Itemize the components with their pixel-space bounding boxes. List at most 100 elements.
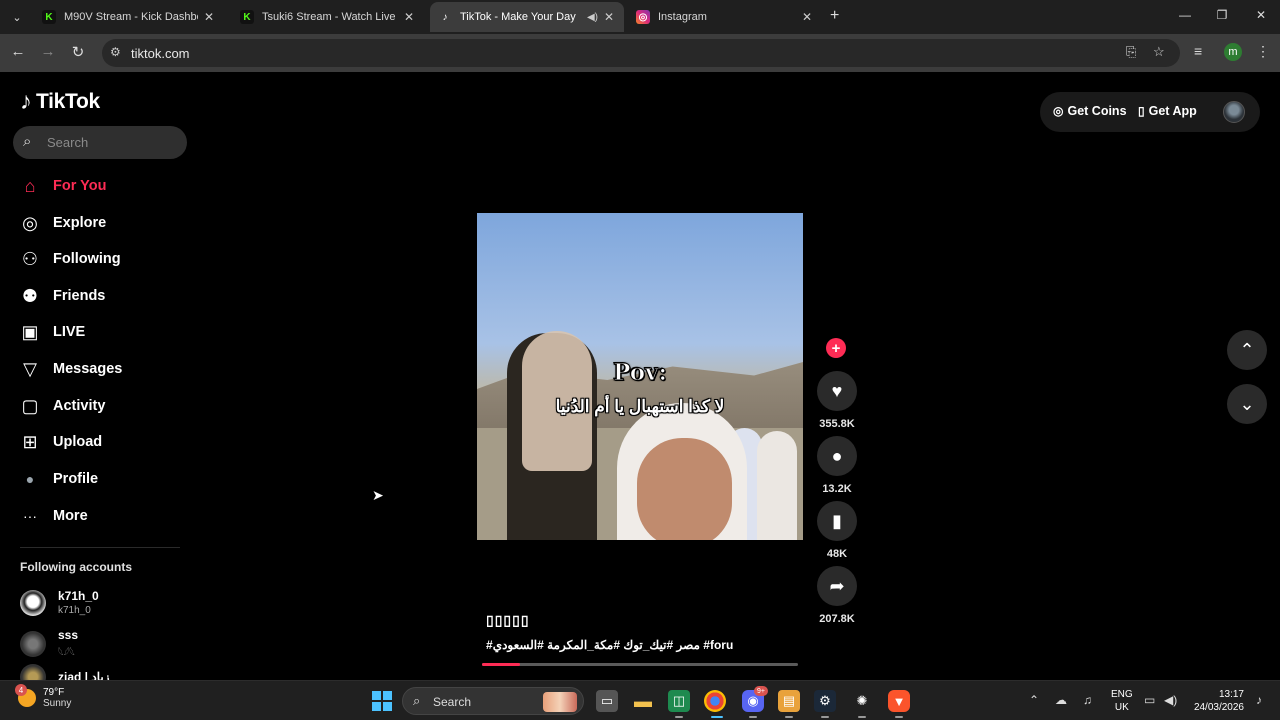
like-button[interactable]: ♥ 355.8K [817,371,857,430]
language-indicator[interactable]: ENG UK [1111,688,1133,714]
phone-icon: ▯ [1138,104,1145,118]
clock-time: 13:17 [1218,689,1244,700]
reload-icon[interactable]: ↻ [68,43,88,61]
comment-button[interactable]: ● 13.2K [817,436,857,495]
system-clock[interactable]: 13:17 24/03/2026 [1188,688,1244,714]
nav-label: Activity [53,398,106,414]
share-icon: ➦ [817,566,857,606]
video-scene-face [637,438,732,540]
tiktok-logo[interactable]: ♪ TikTok [20,88,100,116]
steam-icon[interactable]: ⚙ [814,690,836,712]
search-input[interactable]: ⌕ Search [13,126,187,159]
media-control-icon[interactable]: ≡ [1194,43,1202,59]
weather-desc: Sunny [43,698,72,709]
chrome-profile-avatar[interactable]: m [1224,43,1242,61]
nav-label: Following [53,251,121,267]
following-icon: ⚇ [21,248,39,269]
close-tab-icon[interactable]: ✕ [402,10,416,24]
nav-more[interactable]: ··· More [20,501,88,531]
video-player[interactable]: Pov: لا كذا استهبال يا أم الدُنيا [477,213,803,540]
tab-tiktok[interactable]: ♪ TikTok - Make Your Day ◀) ✕ [430,2,624,32]
minimize-icon[interactable]: — [1175,8,1195,22]
tab-kick-tsuki6[interactable]: K Tsuki6 Stream - Watch Live on Kick ✕ [232,2,424,32]
next-video-button[interactable]: ⌄ [1227,384,1267,424]
network-icon[interactable]: ▭ [1144,693,1155,707]
profile-avatar-icon: ● [25,471,35,487]
nav-explore[interactable]: ◎ Explore [20,208,106,238]
restore-icon[interactable]: ❐ [1212,8,1232,22]
app-running-indicator [821,716,829,718]
kick-icon: K [240,10,254,24]
kick-icon: K [42,10,56,24]
install-app-icon[interactable]: ⎘ [1126,44,1136,60]
site-info-icon[interactable]: ⚙ [110,45,121,59]
notes-app-icon[interactable]: ▤ [778,690,800,712]
close-tab-icon[interactable]: ✕ [800,10,814,24]
close-window-icon[interactable]: ✕ [1251,8,1271,22]
task-view-icon[interactable]: ▭ [596,690,618,712]
tab-search-dropdown-icon[interactable]: ⌄ [6,6,28,28]
get-app-button[interactable]: ▯ Get App [1138,104,1197,118]
nav-activity[interactable]: ▢ Activity [20,391,105,421]
video-progress-fill [482,663,520,666]
nav-following[interactable]: ⚇ Following [20,244,121,274]
video-title: ▯▯▯▯▯ [486,612,530,628]
weather-widget[interactable]: 4 79°F Sunny [15,684,72,709]
activity-icon: ▢ [21,395,39,416]
weather-temp: 79°F [43,687,65,698]
lang-region: UK [1114,702,1129,713]
address-bar[interactable]: ⚙ tiktok.com ⎘ ☆ [102,39,1180,67]
save-button[interactable]: ▮ 48K [817,501,857,560]
tab-instagram[interactable]: ◎ Instagram ✕ [628,2,822,32]
browser-tab-bar: ⌄ K M90V Stream - Kick Dashboard ✕ K Tsu… [0,0,1280,34]
following-account-k71h_0[interactable]: k71h_0 k71h_0 [20,589,99,616]
search-highlight-image [543,692,577,712]
video-hashtags[interactable]: #مصر #تيك_توك #مكة_المكرمة #السعودي #for… [486,638,733,652]
nav-friends[interactable]: ⚉ Friends [20,281,105,311]
get-app-label: Get App [1148,104,1197,118]
nav-upload[interactable]: ⊞ Upload [20,427,102,457]
compass-icon: ◎ [22,212,38,233]
instagram-icon: ◎ [636,10,650,24]
profile-avatar[interactable] [1223,101,1245,123]
chrome-icon[interactable] [704,690,726,712]
tab-kick-dashboard[interactable]: K M90V Stream - Kick Dashboard ✕ [34,2,224,32]
nav-for-you[interactable]: ⌂ For You [20,171,107,201]
windows-start-icon[interactable] [372,691,392,711]
app-running-indicator [895,716,903,718]
get-coins-button[interactable]: ◎ Get Coins [1053,104,1127,118]
steelseries-icon[interactable]: ✺ [851,690,873,712]
follow-plus-button[interactable]: + [826,338,846,358]
account-name: sss [58,628,79,642]
volume-icon[interactable]: ◀) [1164,693,1177,707]
video-scene-person [757,431,797,540]
brave-icon[interactable]: ▼ [888,690,910,712]
following-account-sss[interactable]: sss 𓆩𓆪𓆩 [20,628,78,660]
lang-code: ENG [1111,689,1133,700]
back-icon[interactable]: ← [8,43,28,60]
file-explorer-icon[interactable]: ▬ [632,690,654,712]
search-icon: ⌕ [413,693,421,708]
nav-profile[interactable]: ● Profile [20,464,98,494]
notification-bell-icon[interactable]: ♪ [1256,693,1262,707]
close-tab-icon[interactable]: ✕ [602,10,616,24]
previous-video-button[interactable]: ⌃ [1227,330,1267,370]
onedrive-icon[interactable]: ☁ [1055,693,1067,707]
taskbar-search[interactable]: ⌕ Search [402,687,584,715]
nav-label: Friends [53,288,106,304]
nav-messages[interactable]: ▽ Messages [20,354,122,384]
chrome-menu-icon[interactable]: ⋮ [1256,43,1270,60]
microphone-icon[interactable]: ♫ [1083,693,1092,707]
share-button[interactable]: ➦ 207.8K [817,566,857,625]
speaker-icon[interactable]: ◀) [587,12,598,23]
new-tab-icon[interactable]: + [830,7,839,25]
nav-live[interactable]: ▣ LIVE [20,317,85,347]
coin-icon: ◎ [1053,104,1064,118]
video-progress-bar[interactable] [482,663,798,666]
weather-badge: 4 [15,684,27,696]
forward-icon[interactable]: → [38,43,58,60]
bookmark-star-icon[interactable]: ☆ [1153,44,1165,60]
close-tab-icon[interactable]: ✕ [202,10,216,24]
xbox-app-icon[interactable]: ◫ [668,690,690,712]
tray-chevron-up-icon[interactable]: ⌃ [1029,693,1039,707]
